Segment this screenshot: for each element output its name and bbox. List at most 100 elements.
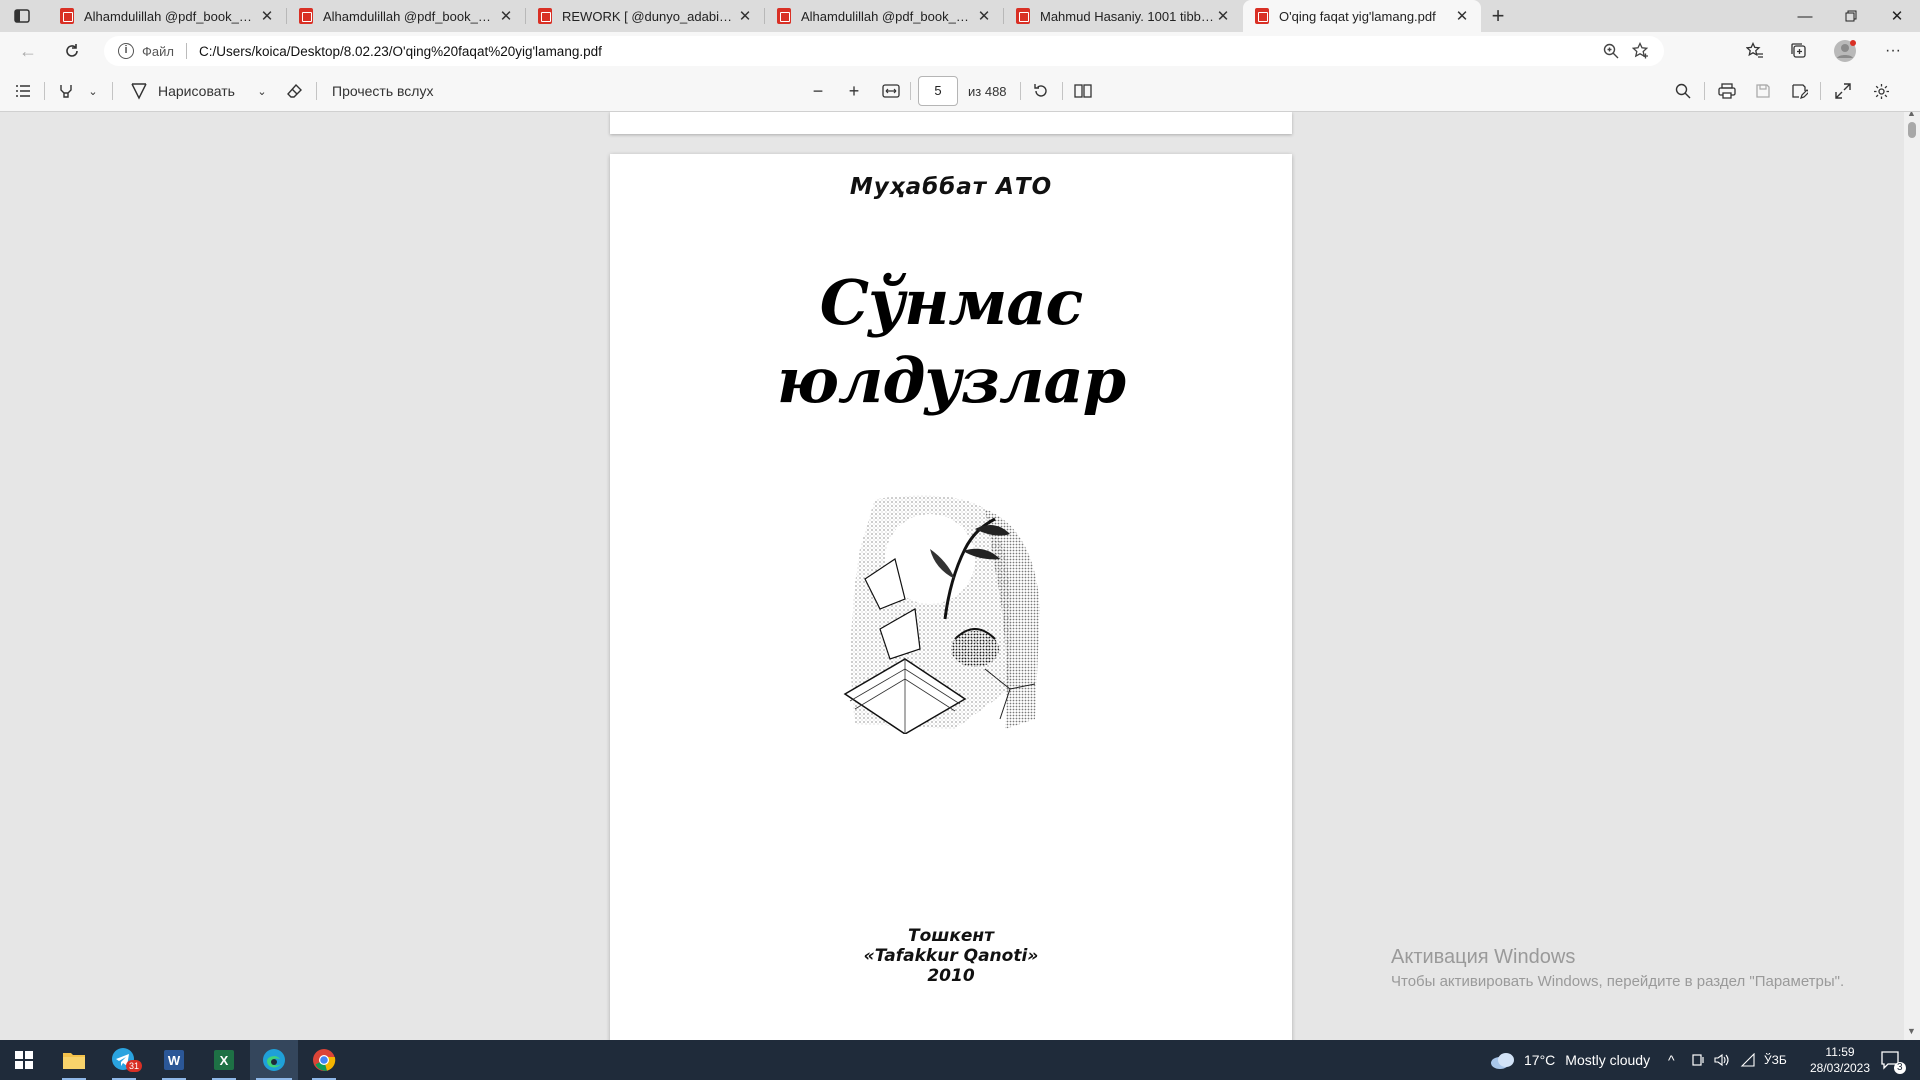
pdf-file-icon [299, 8, 313, 24]
taskbar-chrome[interactable] [300, 1040, 348, 1080]
close-tab-icon[interactable]: ✕ [1453, 7, 1471, 25]
weather-widget[interactable]: 17°C Mostly cloudy [1490, 1040, 1650, 1080]
gear-icon [1873, 83, 1889, 99]
tray-device-icon[interactable] [1692, 1040, 1706, 1080]
address-bar: ← i Файл C:/Users/koica/Desktop/8.02.23/… [0, 32, 1920, 70]
windows-logo-icon [15, 1051, 33, 1069]
profile-button[interactable] [1830, 37, 1860, 65]
save-as-icon [1791, 83, 1808, 99]
url-omnibox[interactable]: i Файл C:/Users/koica/Desktop/8.02.23/O'… [104, 36, 1664, 66]
scheme-label: Файл [142, 43, 174, 59]
speaker-icon [1714, 1053, 1729, 1067]
close-tab-icon[interactable]: ✕ [736, 7, 754, 25]
taskbar-word[interactable]: W [150, 1040, 198, 1080]
refresh-button[interactable] [58, 37, 86, 65]
chevron-down-icon: ⌄ [257, 85, 267, 98]
save-as-button[interactable] [1786, 77, 1812, 105]
toolbar-separator [316, 82, 317, 100]
vertical-scrollbar[interactable]: ▲ ▼ [1904, 112, 1920, 1040]
browser-tab[interactable]: REWORK [ @dunyo_adabiyotlari ✕ [526, 0, 764, 32]
close-tab-icon[interactable]: ✕ [497, 7, 515, 25]
scroll-down-icon[interactable]: ▼ [1907, 1026, 1916, 1036]
erase-button[interactable] [282, 77, 306, 105]
chrome-icon [313, 1049, 336, 1071]
scroll-up-icon[interactable]: ▲ [1907, 112, 1916, 118]
page-number-input[interactable]: 5 [918, 76, 958, 106]
notification-center-button[interactable]: 3 [1880, 1040, 1906, 1080]
toolbar-separator [44, 82, 45, 100]
browser-tab[interactable]: Mahmud Hasaniy. 1001 tibbiy hik ✕ [1004, 0, 1242, 32]
excel-icon: X [214, 1050, 234, 1070]
new-tab-button[interactable]: + [1484, 2, 1512, 30]
svg-text:X: X [220, 1053, 229, 1068]
back-button[interactable]: ← [14, 37, 42, 65]
browser-tab[interactable]: Alhamdulillah @pdf_book_uz.pdf ✕ [48, 0, 286, 32]
save-button[interactable] [1750, 77, 1776, 105]
fullscreen-button[interactable] [1830, 77, 1856, 105]
toolbar-separator [1062, 82, 1063, 100]
rotate-button[interactable] [1028, 77, 1054, 105]
favorites-icon [1746, 42, 1763, 58]
page-view-button[interactable] [1070, 77, 1096, 105]
highlight-dropdown[interactable]: ⌄ [84, 77, 102, 105]
zoom-button[interactable] [1596, 36, 1626, 66]
publisher-city: Тошкент [908, 926, 994, 946]
pdf-settings-button[interactable] [1868, 77, 1894, 105]
taskbar-file-explorer[interactable] [50, 1040, 98, 1080]
find-button[interactable] [1670, 77, 1696, 105]
restore-button[interactable] [1828, 0, 1874, 32]
start-button[interactable] [0, 1040, 48, 1080]
fit-page-button[interactable] [878, 77, 904, 105]
pdf-file-icon [538, 8, 552, 24]
zoom-in-button[interactable]: + [842, 77, 866, 105]
tab-title: Alhamdulillah @pdf_book_uz.pdf [323, 8, 497, 24]
book-title-line2: юлдузлар [776, 344, 1126, 417]
star-add-icon [1632, 42, 1649, 59]
show-hidden-icons-button[interactable]: ^ [1668, 1040, 1675, 1080]
close-window-button[interactable]: ✕ [1874, 0, 1920, 32]
add-favorite-button[interactable] [1626, 36, 1656, 66]
weather-temperature: 17°C [1524, 1052, 1556, 1068]
print-button[interactable] [1714, 77, 1740, 105]
zoom-out-button[interactable]: − [806, 77, 830, 105]
info-icon[interactable]: i [118, 43, 134, 59]
draw-dropdown[interactable]: ⌄ [254, 77, 270, 105]
browser-tab[interactable]: Alhamdulillah @pdf_book_uz.pdf ✕ [765, 0, 1003, 32]
close-tab-icon[interactable]: ✕ [258, 7, 276, 25]
previous-page [610, 112, 1292, 134]
url-text[interactable]: C:/Users/koica/Desktop/8.02.23/O'qing%20… [199, 44, 1596, 59]
windows-taskbar: 31 W X 17°C Mostly cloudy ^ ЎЗБ 11:59 28… [0, 1040, 1920, 1080]
language-indicator[interactable]: ЎЗБ [1764, 1040, 1787, 1080]
taskbar-excel[interactable]: X [200, 1040, 248, 1080]
close-tab-icon[interactable]: ✕ [975, 7, 993, 25]
tab-title: O'qing faqat yig'lamang.pdf [1279, 8, 1436, 24]
weather-description: Mostly cloudy [1565, 1052, 1651, 1068]
read-aloud-button[interactable]: Прочесть вслух [332, 77, 452, 105]
network-button[interactable] [1740, 1040, 1756, 1080]
draw-label: Нарисовать [158, 83, 235, 99]
page-view-icon [1074, 84, 1092, 98]
taskbar-clock[interactable]: 11:59 28/03/2023 [1806, 1044, 1874, 1076]
toolbar-separator [1020, 82, 1021, 100]
scrollbar-thumb[interactable] [1908, 122, 1916, 138]
browser-tab-active[interactable]: O'qing faqat yig'lamang.pdf ✕ [1243, 0, 1481, 32]
publisher-name: «Tafakkur Qanoti» [863, 946, 1039, 966]
plus-icon: + [848, 80, 860, 101]
taskbar-telegram[interactable]: 31 [100, 1040, 148, 1080]
favorites-button[interactable] [1740, 37, 1770, 65]
save-icon [1756, 84, 1770, 98]
eraser-icon [286, 83, 302, 98]
pdf-file-icon [60, 8, 74, 24]
pdf-viewer[interactable]: Муҳаббат АТО Сўнмас юлдузлар Тошкент «Ta… [0, 112, 1920, 1040]
highlight-button[interactable] [54, 77, 78, 105]
minimize-button[interactable]: — [1782, 0, 1828, 32]
close-tab-icon[interactable]: ✕ [1214, 7, 1232, 25]
contents-button[interactable] [10, 77, 36, 105]
taskbar-edge[interactable] [250, 1040, 298, 1080]
browser-tab[interactable]: Alhamdulillah @pdf_book_uz.pdf ✕ [287, 0, 525, 32]
restore-icon [1845, 10, 1857, 22]
settings-more-button[interactable]: ··· [1878, 37, 1908, 65]
tab-actions-button[interactable] [8, 4, 36, 28]
volume-button[interactable] [1714, 1040, 1730, 1080]
collections-button[interactable] [1784, 37, 1814, 65]
